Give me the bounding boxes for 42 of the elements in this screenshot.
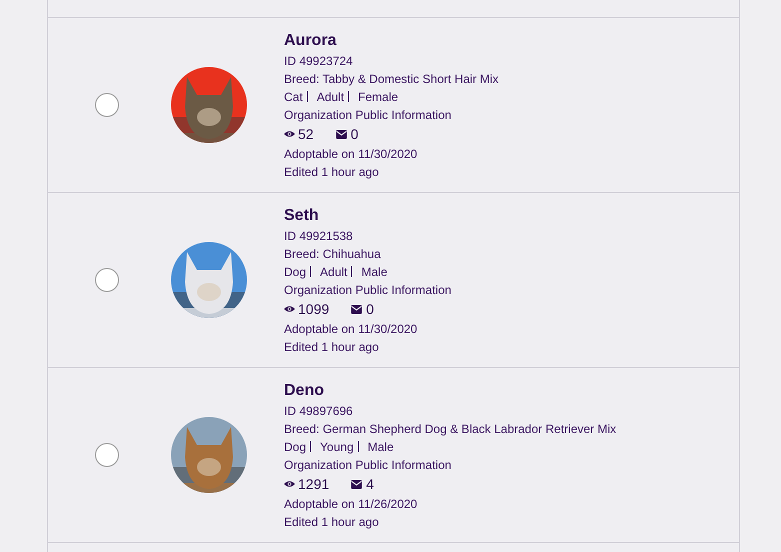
view-count: 1291: [298, 474, 330, 494]
view-count: 52: [298, 124, 314, 144]
pet-id: ID 49921538: [284, 228, 354, 244]
pet-breed: Breed: Chihuahua: [284, 246, 382, 262]
visibility-text: Organization Public Information: [284, 282, 452, 298]
pet-name[interactable]: Aurora: [284, 30, 499, 52]
eye-icon: [284, 130, 295, 138]
pet-sex: Female: [358, 88, 398, 106]
edited-time: Edited 1 hour ago: [284, 164, 380, 180]
pet-age: Young: [320, 438, 354, 456]
pet-id: ID 49923724: [284, 52, 354, 70]
pet-sex: Male: [361, 264, 388, 280]
pet-species: Dog: [284, 438, 306, 456]
pet-breed: Breed: German Shepherd Dog & Black Labrador Retriever Mix: [284, 420, 616, 438]
visibility-text: Organization Public Information: [284, 456, 452, 474]
message-count: 0: [350, 124, 358, 144]
adoptable-date: Adoptable on 11/30/2020: [284, 146, 418, 162]
envelope-icon: [351, 480, 362, 488]
adoptable-date: Adoptable on 11/30/2020: [284, 320, 418, 338]
eye-icon: [284, 480, 295, 488]
envelope-icon: [336, 130, 347, 138]
pet-species: Cat: [284, 88, 303, 106]
message-count: 0: [366, 300, 374, 318]
select-radio[interactable]: [95, 93, 119, 117]
select-radio[interactable]: [95, 443, 119, 467]
visibility-text: Organization Public Information: [284, 106, 452, 124]
pet-id: ID 49897696: [284, 402, 354, 420]
view-count: 1099: [298, 300, 330, 318]
pet-age: Adult: [316, 88, 344, 106]
edited-time: Edited 1 hour ago: [284, 514, 380, 530]
edited-time: Edited 1 hour ago: [284, 338, 380, 356]
eye-icon: [284, 305, 295, 313]
pet-species: Dog: [284, 264, 306, 280]
pet-breed: Breed: Tabby & Domestic Short Hair Mix: [284, 70, 499, 88]
select-radio[interactable]: [95, 268, 119, 292]
message-count: 4: [366, 474, 374, 494]
pet-age: Adult: [320, 264, 348, 280]
pet-name[interactable]: Seth: [284, 204, 452, 226]
adoptable-date: Adoptable on 11/26/2020: [284, 496, 418, 512]
pet-sex: Male: [368, 438, 394, 456]
pet-name[interactable]: Deno: [284, 380, 616, 402]
envelope-icon: [351, 304, 362, 314]
